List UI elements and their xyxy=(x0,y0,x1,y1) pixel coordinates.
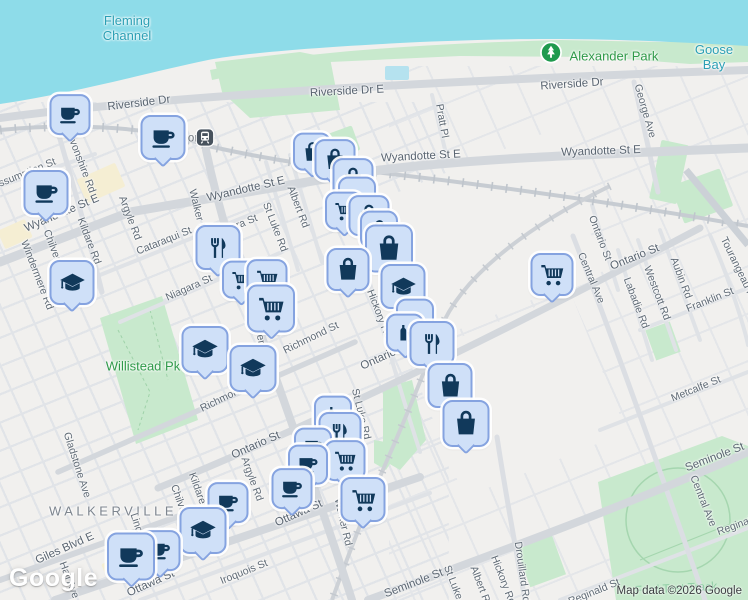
graduation-cap-marker[interactable] xyxy=(229,344,277,400)
train-station-icon[interactable] xyxy=(195,128,215,152)
coffee-marker[interactable] xyxy=(23,170,69,223)
google-logo: Google xyxy=(9,564,99,592)
cart-marker[interactable] xyxy=(530,253,574,304)
graduation-cap-marker[interactable] xyxy=(49,260,95,313)
map-markers-layer xyxy=(0,0,748,600)
graduation-cap-marker[interactable] xyxy=(181,325,229,381)
coffee-marker[interactable] xyxy=(271,468,313,517)
coffee-marker[interactable] xyxy=(140,115,186,168)
map-canvas[interactable]: Fleming Channel Goose Bay Alexander Park Wi… xyxy=(0,0,748,600)
cart-marker[interactable] xyxy=(340,477,386,530)
coffee-marker[interactable] xyxy=(107,532,155,589)
graduation-cap-marker[interactable] xyxy=(179,506,227,562)
shopping-bag-marker[interactable] xyxy=(442,399,490,455)
park-tree-icon[interactable] xyxy=(540,41,563,69)
cart-marker[interactable] xyxy=(247,284,295,341)
map-attribution[interactable]: Map data ©2026 Google xyxy=(617,585,742,597)
shopping-bag-marker[interactable] xyxy=(326,248,370,299)
coffee-marker[interactable] xyxy=(49,94,91,143)
